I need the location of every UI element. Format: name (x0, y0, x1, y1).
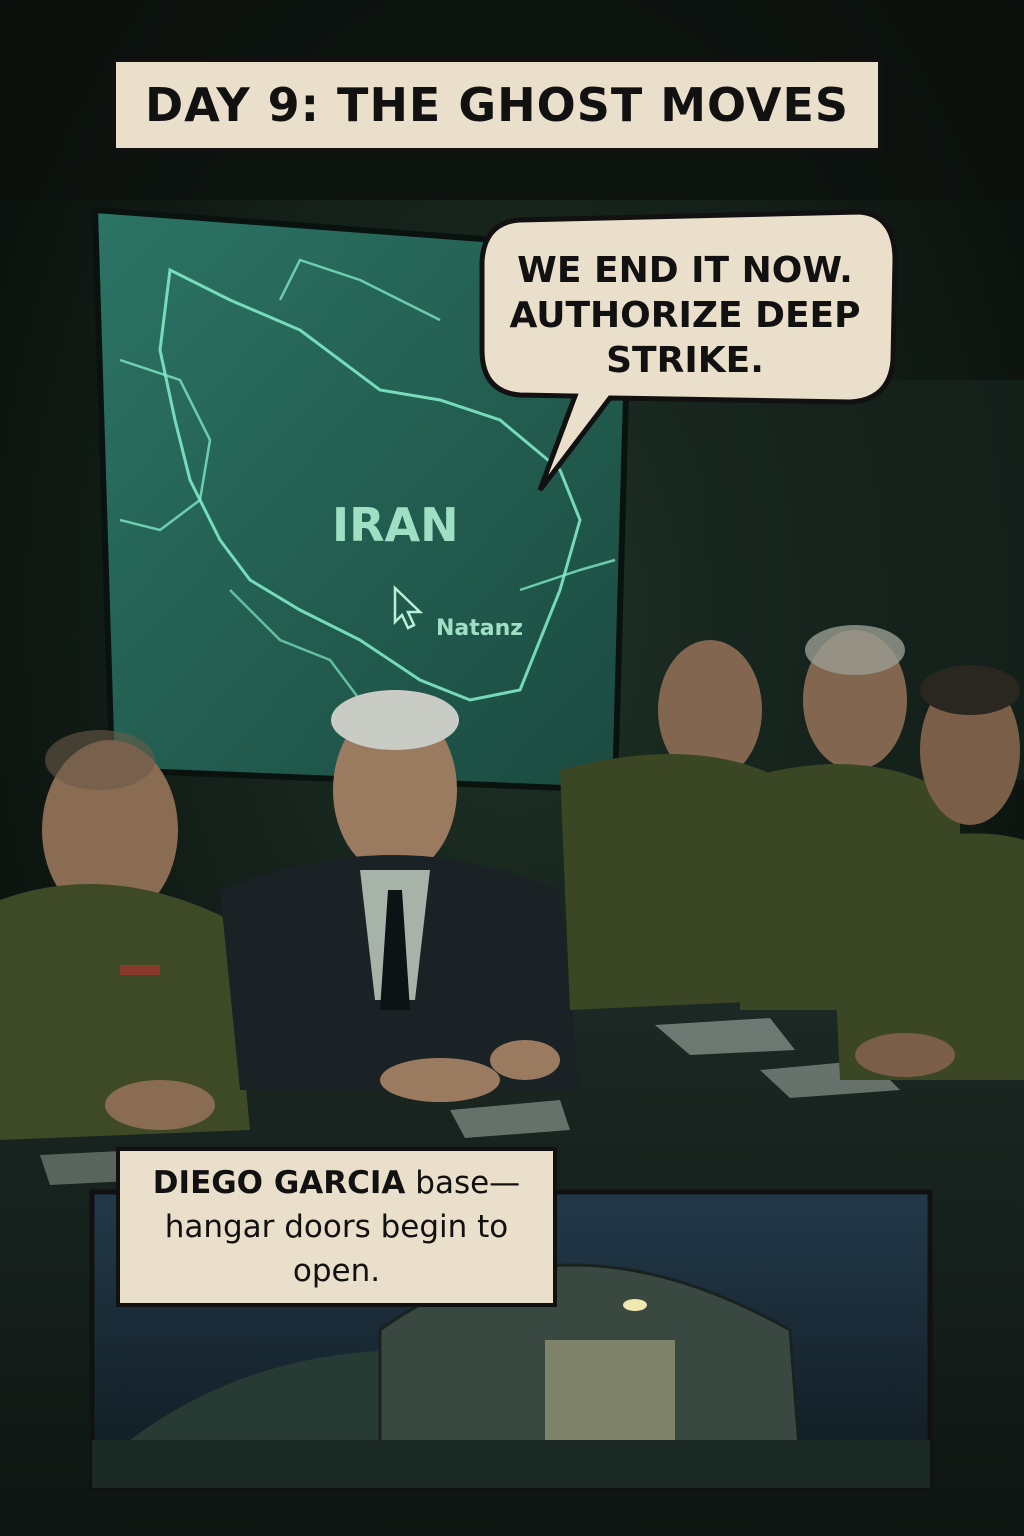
map-site-label: Natanz (436, 616, 524, 641)
location-caption: DIEGO GARCIA base— hangar doors begin to… (116, 1147, 557, 1307)
title-caption: DAY 9: THE GHOST MOVES (112, 58, 882, 152)
speech-bubble-text: WE END IT NOW. AUTHORIZE DEEP STRIKE. (509, 249, 861, 381)
comic-page: DAY 9: THE GHOST MOVES WE END IT NOW. AU… (0, 0, 1024, 1536)
map-country-label: IRAN (332, 498, 459, 552)
location-name: DIEGO GARCIA (152, 1165, 406, 1201)
